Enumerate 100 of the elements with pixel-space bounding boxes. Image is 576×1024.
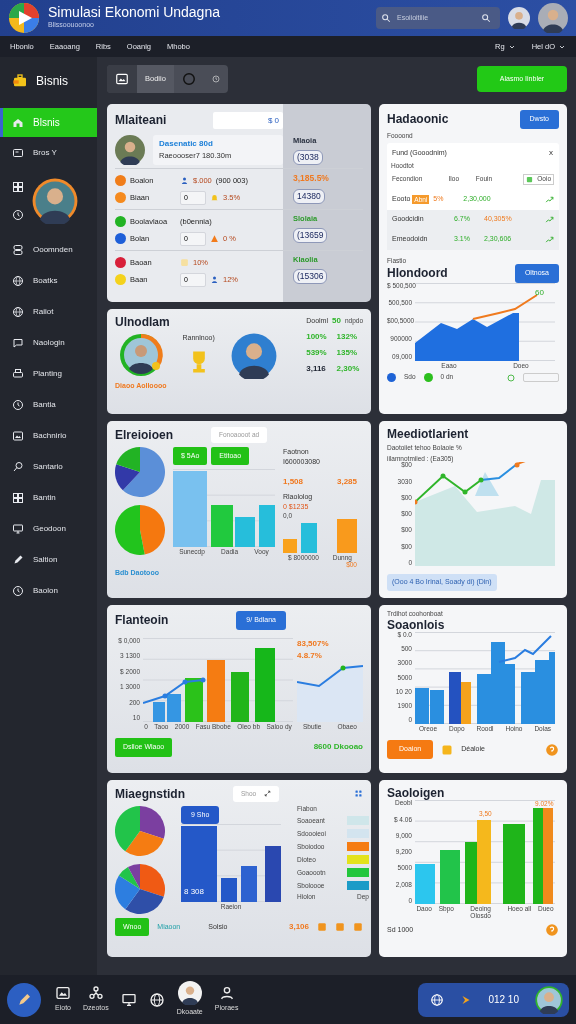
image-icon bbox=[12, 429, 24, 442]
chart-bar bbox=[221, 878, 237, 903]
card-title: Miaegnstidn bbox=[115, 786, 185, 802]
card-title: Meediotlarient bbox=[387, 427, 469, 442]
avatar-silhouette bbox=[538, 3, 568, 33]
figure-value: 132% bbox=[336, 331, 359, 343]
person-icon bbox=[210, 275, 219, 284]
tray-text: 012 10 bbox=[488, 993, 519, 1007]
chart-bar bbox=[415, 687, 429, 724]
trend-line bbox=[498, 634, 552, 663]
stat-value: (13659 bbox=[293, 228, 328, 243]
printer-icon bbox=[12, 367, 24, 380]
sidebar-item[interactable]: Baolon bbox=[0, 575, 97, 606]
sidebar-item[interactable]: Santario bbox=[0, 451, 97, 482]
search-icon bbox=[381, 13, 391, 23]
close-button[interactable]: x bbox=[548, 146, 554, 160]
sidebar-item[interactable]: Geodoon bbox=[0, 513, 97, 544]
card-title: Ulnodlam bbox=[115, 315, 170, 330]
square-icon bbox=[180, 258, 189, 267]
data-point bbox=[462, 489, 468, 495]
globe-icon[interactable] bbox=[430, 992, 445, 1007]
avatar-silhouette bbox=[177, 981, 202, 1006]
chart-bar bbox=[265, 846, 281, 903]
brand-name: Bisnis bbox=[36, 72, 68, 90]
chart-bar bbox=[449, 671, 461, 724]
figure-value: 3,116 bbox=[306, 363, 327, 375]
trend-icon bbox=[545, 195, 554, 204]
bell-icon bbox=[210, 193, 219, 202]
card-title: Elreioioen bbox=[115, 427, 173, 443]
chart-bar bbox=[167, 693, 181, 722]
person-icon bbox=[218, 985, 235, 1002]
trend-line bbox=[297, 664, 363, 687]
sidebar-item[interactable]: Bachnirio bbox=[0, 420, 97, 451]
grid-icon[interactable] bbox=[12, 181, 24, 193]
image-icon bbox=[55, 985, 71, 1002]
help-icon[interactable] bbox=[545, 923, 559, 938]
pie-slice bbox=[115, 504, 145, 555]
total-value: 8600 Dkooao bbox=[313, 741, 363, 754]
chart-bar bbox=[430, 689, 444, 724]
square-icon bbox=[441, 743, 454, 756]
clock-icon[interactable] bbox=[12, 209, 24, 221]
value-field[interactable]: $ 0 bbox=[213, 112, 283, 129]
pen-button[interactable] bbox=[7, 982, 41, 1017]
chart-bar bbox=[415, 864, 435, 905]
chart-bar bbox=[235, 517, 255, 548]
card-title: Saoloigen bbox=[387, 786, 445, 801]
figure-value: 1,508 bbox=[283, 475, 304, 488]
expand-icon bbox=[264, 790, 272, 798]
pie-slice bbox=[140, 504, 165, 555]
globe-icon bbox=[12, 274, 24, 287]
pen-icon bbox=[12, 553, 24, 566]
stat-change: 3,185.5% bbox=[293, 172, 329, 185]
chart-bar bbox=[521, 671, 535, 724]
grid-icon bbox=[12, 491, 24, 504]
chart-bar bbox=[153, 701, 165, 722]
figure-value: 135% bbox=[336, 347, 359, 359]
toolbar-button[interactable] bbox=[107, 65, 137, 93]
logo-icon bbox=[8, 2, 40, 34]
sidebar-item[interactable]: Planting bbox=[0, 358, 97, 389]
data-point bbox=[162, 693, 168, 698]
sidebar-item[interactable]: Bros Y bbox=[0, 137, 97, 168]
avatar-silhouette bbox=[535, 985, 563, 1014]
avatar-drawing bbox=[118, 333, 163, 378]
chart-bar bbox=[461, 681, 471, 724]
sidebar-item[interactable]: Naologin bbox=[0, 327, 97, 358]
data-point bbox=[415, 499, 418, 505]
sidebar-item[interactable]: Bantia bbox=[0, 389, 97, 420]
figure-value: 100% bbox=[306, 331, 328, 343]
bar-value: 8 308 bbox=[184, 887, 205, 897]
stat-value: (3038 bbox=[293, 150, 323, 165]
help-icon[interactable] bbox=[545, 742, 559, 757]
sidebar-item[interactable]: Raiiot bbox=[0, 296, 97, 327]
chart-bar bbox=[259, 505, 275, 548]
app-title: Simulasi Ekonomi Undagna bbox=[48, 5, 220, 21]
globe-icon bbox=[12, 305, 24, 318]
chart-bar bbox=[505, 663, 515, 724]
chart-bar bbox=[211, 505, 233, 548]
triangle-icon bbox=[210, 234, 219, 243]
trend-line bbox=[143, 678, 204, 704]
figure-value: 2,30% bbox=[336, 363, 361, 375]
pen-icon bbox=[16, 991, 32, 1008]
sidebar-item[interactable]: Boatks bbox=[0, 265, 97, 296]
circle-icon bbox=[181, 72, 196, 86]
figure-value: 4.8.7% bbox=[297, 649, 323, 662]
sidebar-item[interactable]: Saltion bbox=[0, 544, 97, 575]
search-icon[interactable] bbox=[481, 13, 491, 23]
data-point bbox=[340, 665, 346, 670]
trend-line bbox=[472, 293, 538, 320]
clock-icon bbox=[12, 398, 24, 411]
chart-bar bbox=[301, 523, 317, 554]
layers-icon bbox=[12, 243, 24, 256]
chart-bar bbox=[231, 671, 249, 722]
sidebar-item[interactable]: Bantin bbox=[0, 482, 97, 513]
data-point bbox=[182, 679, 188, 684]
data-point bbox=[200, 677, 206, 682]
total-value: 3,106 bbox=[288, 921, 309, 933]
clock-icon bbox=[12, 584, 24, 597]
toggle-field[interactable] bbox=[523, 373, 559, 382]
sidebar-item[interactable]: Ooomnden bbox=[0, 234, 97, 265]
clock-icon bbox=[211, 75, 220, 83]
